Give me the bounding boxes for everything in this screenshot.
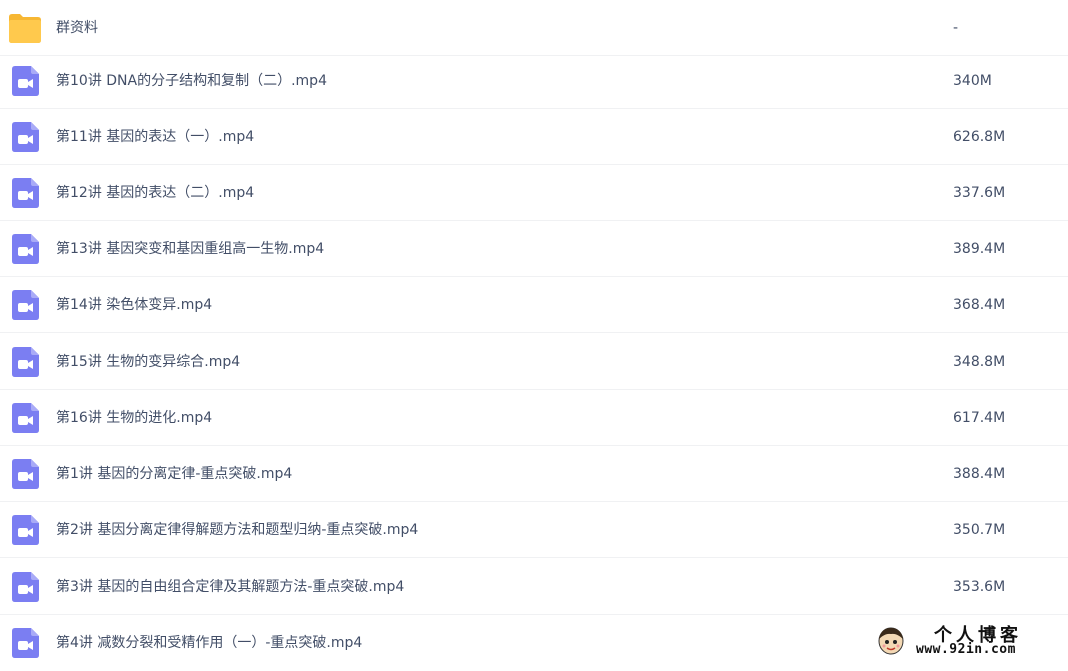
video-file-icon xyxy=(12,628,39,658)
file-size: 348.8M xyxy=(953,354,1006,370)
video-file-icon xyxy=(12,290,39,320)
file-row-video[interactable]: 第11讲 基因的表达（一）.mp4 626.8M xyxy=(0,109,1068,165)
file-name: 第1讲 基因的分离定律-重点突破.mp4 xyxy=(56,466,293,482)
video-file-icon xyxy=(12,515,39,545)
file-size: 353.6M xyxy=(953,579,1006,595)
file-row-video[interactable]: 第1讲 基因的分离定律-重点突破.mp4 388.4M xyxy=(0,446,1068,502)
video-file-icon xyxy=(12,122,39,152)
folder-icon xyxy=(9,14,41,43)
video-file-icon xyxy=(12,234,39,264)
file-row-video[interactable]: 第16讲 生物的进化.mp4 617.4M xyxy=(0,390,1068,446)
file-size: - xyxy=(953,20,959,36)
file-name: 群资料 xyxy=(56,20,98,36)
file-size: 337.6M xyxy=(953,185,1006,201)
file-size: 368.4M xyxy=(953,297,1006,313)
watermark-url: www.92in.com xyxy=(916,642,1016,657)
file-size: 626.8M xyxy=(953,129,1006,145)
file-name: 第11讲 基因的表达（一）.mp4 xyxy=(56,129,255,145)
video-file-icon xyxy=(12,347,39,377)
video-file-icon xyxy=(12,66,39,96)
file-size: 617.4M xyxy=(953,410,1006,426)
file-row-video[interactable]: 第10讲 DNA的分子结构和复制（二）.mp4 340M xyxy=(0,53,1068,109)
video-file-icon xyxy=(12,459,39,489)
video-file-icon xyxy=(12,178,39,208)
file-name: 第3讲 基因的自由组合定律及其解题方法-重点突破.mp4 xyxy=(56,579,405,595)
file-row-video[interactable]: 第2讲 基因分离定律得解题方法和题型归纳-重点突破.mp4 350.7M xyxy=(0,502,1068,558)
video-file-icon xyxy=(12,572,39,602)
watermark: 个人博客 www.92in.com xyxy=(872,617,1062,661)
file-row-video[interactable]: 第12讲 基因的表达（二）.mp4 337.6M xyxy=(0,165,1068,221)
file-row-video[interactable]: 第13讲 基因突变和基因重组高一生物.mp4 389.4M xyxy=(0,221,1068,277)
video-file-icon xyxy=(12,403,39,433)
file-size: 388.4M xyxy=(953,466,1006,482)
file-name: 第15讲 生物的变异综合.mp4 xyxy=(56,354,241,370)
file-list: 群资料 - 第10讲 DNA的分子结构和复制（二）.mp4 340M 第11讲 … xyxy=(0,0,1068,663)
file-name: 第2讲 基因分离定律得解题方法和题型归纳-重点突破.mp4 xyxy=(56,522,419,538)
file-row-video[interactable]: 第15讲 生物的变异综合.mp4 348.8M xyxy=(0,334,1068,390)
file-row-video[interactable]: 第14讲 染色体变异.mp4 368.4M xyxy=(0,277,1068,333)
file-name: 第14讲 染色体变异.mp4 xyxy=(56,297,213,313)
file-name: 第12讲 基因的表达（二）.mp4 xyxy=(56,185,255,201)
file-size: 389.4M xyxy=(953,241,1006,257)
avatar-icon xyxy=(878,627,904,655)
file-row-video[interactable]: 第3讲 基因的自由组合定律及其解题方法-重点突破.mp4 353.6M xyxy=(0,559,1068,615)
file-size: 350.7M xyxy=(953,522,1006,538)
file-name: 第10讲 DNA的分子结构和复制（二）.mp4 xyxy=(56,73,327,89)
file-size: 340M xyxy=(953,73,992,89)
file-row-folder[interactable]: 群资料 - xyxy=(0,0,1068,56)
file-name: 第13讲 基因突变和基因重组高一生物.mp4 xyxy=(56,241,325,257)
file-name: 第16讲 生物的进化.mp4 xyxy=(56,410,213,426)
